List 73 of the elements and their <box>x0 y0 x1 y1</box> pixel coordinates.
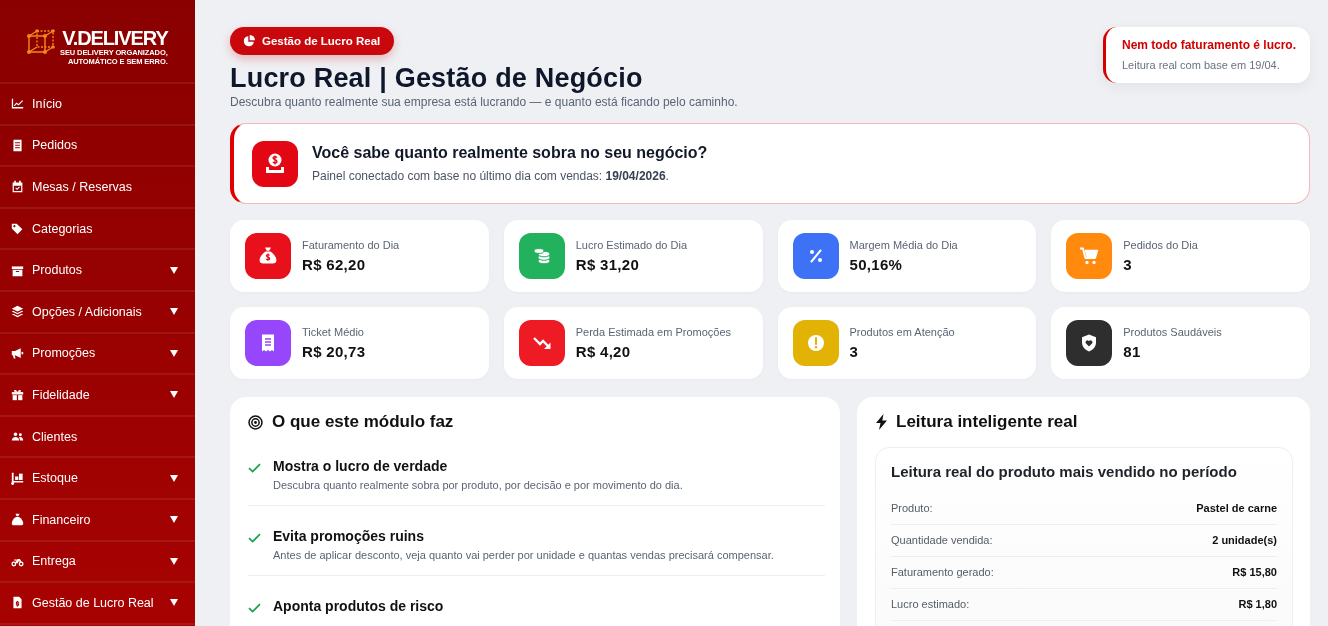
calendar-icon <box>11 180 24 194</box>
sidebar-item[interactable]: Financeiro <box>0 499 195 542</box>
notice-title: Nem todo faturamento é lucro. <box>1122 38 1298 52</box>
row-label: Quantidade vendida: <box>891 534 993 546</box>
row-value: R$ 15,80 <box>1232 566 1277 578</box>
stat-label: Produtos Saudáveis <box>1123 326 1222 338</box>
stat-label: Perda Estimada em Promoções <box>575 326 732 338</box>
check-icon <box>248 603 261 613</box>
section-badge: Gestão de Lucro Real <box>230 27 395 55</box>
coin-tray-icon <box>252 140 298 187</box>
pie-chart-icon <box>243 35 255 47</box>
stat-label: Pedidos do Dia <box>1123 239 1198 251</box>
megaphone-icon <box>11 346 24 360</box>
sidebar-item[interactable]: Gestão de Lucro Real <box>0 583 195 625</box>
logo-wordmark: V.DELIVERY <box>62 28 168 49</box>
money-bag-icon <box>11 513 24 527</box>
sidebar-item[interactable]: Entrega <box>0 541 195 584</box>
feature-title: Mostra o lucro de verdade <box>273 458 449 474</box>
hand-truck-icon <box>11 471 24 485</box>
sidebar-item[interactable]: Produtos <box>0 250 195 292</box>
feature-title: Aponta produtos de risco <box>273 598 444 614</box>
check-icon <box>248 463 261 473</box>
stat-value: 3 <box>1123 256 1133 273</box>
row-label: Faturamento gerado: <box>891 566 994 578</box>
stat-value: 50,16% <box>849 256 904 273</box>
sidebar-item[interactable]: Opções / Adicionais <box>0 291 195 334</box>
hero-title: Você sabe quanto realmente sobra no seu negócio? <box>312 144 708 162</box>
insight-title: Leitura real do produto mais vendido no período <box>891 463 1238 480</box>
check-icon <box>248 533 261 543</box>
sidebar-item[interactable]: Fidelidade <box>0 375 195 417</box>
stat-value: R$ 4,20 <box>575 343 632 360</box>
notice-text: Leitura real com base em 19/04. <box>1122 59 1281 71</box>
row-value: 2 unidade(s) <box>1212 534 1277 546</box>
stat-label: Produtos em Atenção <box>849 326 955 338</box>
stat-label: Lucro Estimado do Dia <box>575 239 688 251</box>
stat-value: 3 <box>849 343 860 360</box>
chart-line-icon <box>11 97 24 111</box>
feature-title: Evita promoções ruins <box>273 528 425 544</box>
cube-logo-icon <box>26 28 56 56</box>
stat-value: R$ 31,20 <box>575 256 641 273</box>
feature-text: Descubra quanto realmente sobra por produto, por decisão e por movimento do dia. <box>273 479 683 491</box>
gift-icon <box>11 388 24 402</box>
file-icon <box>11 596 24 610</box>
sidebar-item[interactable]: Estoque <box>0 458 195 500</box>
stat-label: Ticket Médio <box>302 326 365 338</box>
sidebar-item[interactable]: Clientes <box>0 416 195 459</box>
bolt-icon <box>876 414 887 430</box>
document-icon <box>11 138 24 152</box>
users-icon <box>11 430 24 444</box>
sidebar-item[interactable]: Promoções <box>0 333 195 376</box>
row-label: Lucro estimado: <box>891 598 970 610</box>
panel-title: Leitura inteligente real <box>896 412 1078 432</box>
stat-value: R$ 20,73 <box>302 343 366 360</box>
layers-icon <box>11 305 24 319</box>
stat-value: 81 <box>1123 343 1142 360</box>
sidebar-item[interactable]: Início <box>0 84 195 126</box>
tag-icon <box>11 222 24 236</box>
hero-text: Painel conectado com base no último dia com vendas: 19/04/2026. <box>312 169 670 183</box>
target-icon <box>248 414 263 430</box>
row-value: Pastel de carne <box>1196 502 1277 514</box>
sidebar-item[interactable]: Pedidos <box>0 125 195 168</box>
panel-title: O que este módulo faz <box>272 412 454 432</box>
stat-label: Margem Média do Dia <box>849 239 958 251</box>
page-subtitle: Descubra quanto realmente sua empresa está lucrando — e quanto está ficando pelo caminho. <box>230 95 738 109</box>
row-label: Produto: <box>891 502 933 514</box>
box-icon <box>11 263 24 277</box>
stat-value: R$ 62,20 <box>302 256 367 273</box>
sidebar-item[interactable]: Categorias <box>0 208 195 251</box>
sidebar-item[interactable]: Mesas / Reservas <box>0 167 195 209</box>
stat-label: Faturamento do Dia <box>302 239 400 251</box>
row-value: R$ 1,80 <box>1238 598 1277 610</box>
page-title: Lucro Real | Gestão de Negócio <box>230 63 644 94</box>
feature-text: Antes de aplicar desconto, veja quanto vai perder por unidade e quantas vendas precisará compensar. <box>273 549 774 561</box>
